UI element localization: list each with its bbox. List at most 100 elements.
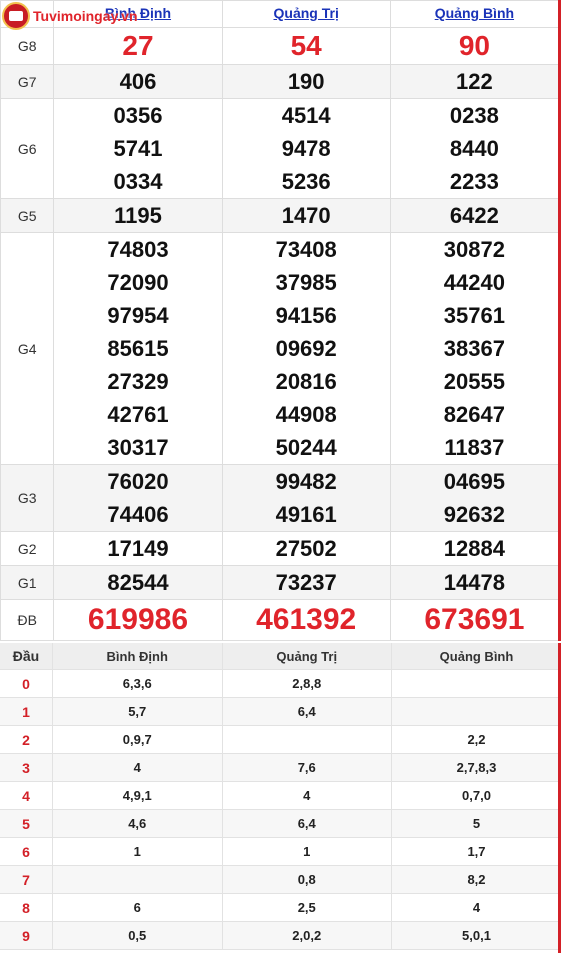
prize-number: 17149 (107, 536, 169, 561)
prize-cell: 73408 37985 94156 09692 20816 44908 50244 (221, 232, 391, 465)
prize-number: 27329 (107, 369, 169, 394)
loto-value: 7,6 (222, 753, 392, 782)
prize-number: 12884 (443, 536, 505, 561)
province-header-cell[interactable]: Quảng Bình (389, 0, 561, 28)
prize-number: 35761 (443, 303, 505, 328)
prize-row: G7 406 190 122 (0, 64, 561, 99)
prize-cell: 0356 5741 0334 (53, 98, 223, 199)
prize-number: 0356 (113, 103, 163, 128)
prize-cell: 90 (389, 27, 561, 65)
prize-row: G8 27 54 90 (0, 27, 561, 65)
prize-number: 27 (122, 30, 154, 61)
logo-icon (2, 2, 30, 30)
loto-value: 6 (52, 893, 223, 922)
loto-value: 2,5 (222, 893, 392, 922)
prize-number: 8440 (449, 136, 499, 161)
loto-value: 8,2 (391, 865, 561, 894)
prize-number: 2233 (449, 169, 499, 194)
prize-number: 74406 (107, 502, 169, 527)
province-header-cell[interactable]: Quảng Trị (221, 0, 391, 28)
loto-value (391, 697, 561, 726)
prize-number: 09692 (275, 336, 337, 361)
prize-number: 406 (119, 69, 157, 94)
prize-number: 90 (458, 30, 490, 61)
prize-cell: 12884 (389, 531, 561, 566)
site-logo[interactable]: Tuvimoingay.vn (2, 2, 138, 30)
prize-label: G6 (0, 98, 55, 199)
loto-row: 4 4,9,1 4 0,7,0 (0, 781, 561, 810)
prize-number: 619986 (87, 603, 189, 636)
loto-value: 5,7 (52, 697, 223, 726)
prize-cell: 76020 74406 (53, 464, 223, 532)
prize-cell: 190 (221, 64, 391, 99)
loto-value: 4 (391, 893, 561, 922)
prize-cell: 122 (389, 64, 561, 99)
loto-row: 6 1 1 1,7 (0, 837, 561, 866)
prize-number: 44240 (443, 270, 505, 295)
lottery-results-table: Bình Định Quảng Trị Quảng Bình G8 27 54 90 G… (0, 0, 561, 641)
loto-value: 2,0,2 (222, 921, 392, 950)
prize-number: 82647 (443, 402, 505, 427)
prize-cell: 461392 (221, 599, 391, 641)
prize-number: 11837 (444, 435, 505, 460)
loto-value: 2,2 (391, 725, 561, 754)
loto-value (222, 725, 392, 754)
prize-number: 5741 (113, 136, 163, 161)
prize-cell: 30872 44240 35761 38367 20555 82647 11837 (389, 232, 561, 465)
loto-row: 8 6 2,5 4 (0, 893, 561, 922)
prize-label: G2 (0, 531, 55, 566)
prize-label: G4 (0, 232, 55, 465)
prize-number: 73408 (275, 237, 337, 262)
prize-number: 97954 (107, 303, 169, 328)
prize-number: 5236 (281, 169, 331, 194)
loto-value: 6,3,6 (52, 669, 223, 698)
loto-header-province: Quảng Bình (391, 643, 561, 670)
prize-number: 190 (287, 69, 325, 94)
province-link[interactable]: Quảng Trị (274, 5, 339, 21)
loto-row: 2 0,9,7 2,2 (0, 725, 561, 754)
loto-row: 5 4,6 6,4 5 (0, 809, 561, 838)
loto-dau: 8 (0, 893, 53, 922)
logo-text: Tuvimoingay.vn (33, 8, 138, 24)
prize-label: G8 (0, 27, 55, 65)
prize-number: 92632 (443, 502, 505, 527)
prize-number: 85615 (107, 336, 169, 361)
prize-number: 14478 (443, 570, 505, 595)
prize-cell: 99482 49161 (221, 464, 391, 532)
prize-number: 38367 (443, 336, 505, 361)
prize-number: 20816 (275, 369, 337, 394)
loto-header-row: Đầu Bình Định Quảng Trị Quảng Bình (0, 643, 561, 670)
prize-row: G5 1195 1470 6422 (0, 198, 561, 233)
prize-number: 30872 (443, 237, 505, 262)
loto-dau: 0 (0, 669, 53, 698)
loto-header-province: Bình Định (52, 643, 223, 670)
prize-number: 54 (290, 30, 322, 61)
prize-number: 04695 (443, 469, 505, 494)
loto-dau: 9 (0, 921, 53, 950)
prize-number: 1470 (281, 203, 331, 228)
loto-header-dau: Đầu (0, 643, 53, 670)
prize-cell: 1195 (53, 198, 223, 233)
prize-row: G1 82544 73237 14478 (0, 565, 561, 600)
prize-label: G1 (0, 565, 55, 600)
prize-number: 72090 (107, 270, 169, 295)
prize-number: 30317 (107, 435, 169, 460)
prize-number: 122 (456, 69, 493, 94)
prize-label: G5 (0, 198, 55, 233)
prize-cell: 406 (53, 64, 223, 99)
prize-label: G7 (0, 64, 55, 99)
prize-number: 9478 (281, 136, 331, 161)
prize-number: 82544 (107, 570, 169, 595)
prize-cell: 27502 (221, 531, 391, 566)
prize-row: ĐB 619986 461392 673691 (0, 599, 561, 641)
loto-value: 4 (222, 781, 392, 810)
loto-row: 0 6,3,6 2,8,8 (0, 669, 561, 698)
prize-number: 0238 (449, 103, 499, 128)
province-link[interactable]: Quảng Bình (435, 5, 514, 21)
loto-value: 1,7 (391, 837, 561, 866)
loto-value: 4,6 (52, 809, 223, 838)
prize-number: 49161 (275, 502, 337, 527)
loto-head-table: Đầu Bình Định Quảng Trị Quảng Bình 0 6,3,… (0, 643, 561, 950)
loto-value: 0,5 (52, 921, 223, 950)
loto-value: 0,7,0 (391, 781, 561, 810)
